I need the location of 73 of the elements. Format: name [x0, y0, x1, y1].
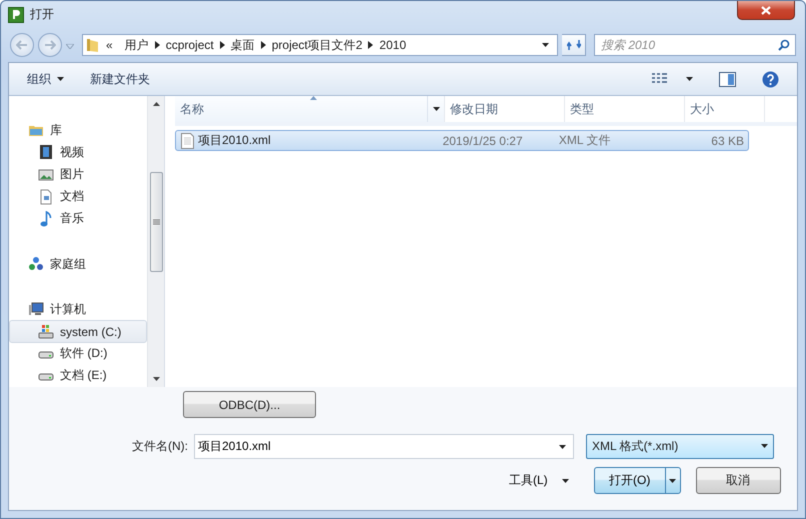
breadcrumb-item[interactable]: ccproject: [160, 38, 220, 52]
nav-item[interactable]: system (C:): [9, 320, 147, 343]
search-icon: [778, 39, 790, 51]
nav-item[interactable]: 文档 (E:): [9, 364, 147, 387]
close-button[interactable]: [737, 1, 795, 20]
file-name-field[interactable]: 项目2010.xml: [194, 434, 574, 458]
close-icon: [761, 6, 771, 14]
caret-icon: [686, 77, 693, 81]
column-header[interactable]: 名称: [175, 96, 445, 122]
file-type-dropdown[interactable]: XML 格式(*.xml): [586, 434, 774, 458]
scrollbar[interactable]: [147, 96, 164, 387]
window-title: 打开: [30, 6, 55, 23]
caret-icon: [562, 478, 569, 482]
file-row[interactable]: 项目2010.xml 2019/1/25 0:27 XML 文件 63 KB: [175, 130, 749, 151]
table-cell-text: 2019/1/25 0:27: [442, 134, 524, 148]
column-header[interactable]: 类型: [565, 96, 685, 122]
caret-icon: [761, 444, 768, 448]
nav-item[interactable]: 视频: [9, 141, 147, 164]
nav-item[interactable]: 图片: [9, 163, 147, 186]
system-drive-icon: [38, 324, 54, 340]
nav-item[interactable]: 文档: [9, 186, 147, 208]
chevron-icon[interactable]: [368, 41, 374, 49]
list-view-icon: [652, 73, 668, 85]
column-header[interactable]: 大小: [685, 96, 765, 122]
nav-item[interactable]: 音乐: [9, 208, 147, 230]
refresh-button[interactable]: [562, 34, 586, 56]
document-icon: [38, 188, 54, 205]
organize-menu[interactable]: 组织: [19, 66, 72, 92]
breadcrumb-item[interactable]: 桌面: [224, 36, 261, 54]
column-dropdown-icon: [432, 107, 440, 111]
chevron-icon[interactable]: [220, 41, 225, 49]
open-button[interactable]: 打开(O): [594, 467, 681, 494]
nav-item[interactable]: 家庭组: [9, 253, 147, 276]
nav-item[interactable]: 软件 (D:): [9, 342, 147, 365]
nav-item[interactable]: 库: [9, 119, 147, 142]
computer-icon: [28, 301, 44, 318]
video-icon: [38, 144, 54, 160]
breadcrumb-item[interactable]: 2010: [373, 38, 412, 52]
chevron-icon[interactable]: [154, 41, 160, 49]
dropdown-icon: [669, 478, 676, 482]
forward-arrow-icon: [44, 40, 56, 50]
refresh-icon: [566, 39, 580, 51]
grip-icon: [152, 219, 160, 225]
back-arrow-icon: [16, 40, 28, 50]
help-icon: [762, 70, 779, 88]
search-field[interactable]: 搜索 2010: [594, 34, 796, 56]
scroll-up-icon[interactable]: [152, 102, 160, 106]
caret-icon: [559, 444, 566, 448]
odbc-button[interactable]: ODBC(D)...: [183, 391, 316, 418]
table-cell-text: XML 文件: [558, 132, 612, 149]
scroll-down-icon[interactable]: [152, 377, 160, 381]
homegroup-icon: [28, 256, 44, 272]
file-icon: [181, 132, 194, 148]
chevron-icon[interactable]: [260, 41, 266, 49]
music-icon: [38, 210, 54, 227]
folder-icon: [86, 37, 100, 53]
breadcrumb-item[interactable]: 用户: [118, 36, 155, 54]
caret-icon: [57, 77, 64, 81]
pictures-icon: [38, 166, 54, 182]
new-folder-button[interactable]: 新建文件夹: [82, 66, 158, 92]
nav-item[interactable]: 计算机: [9, 298, 147, 320]
preview-pane-icon: [719, 72, 736, 86]
breadcrumb-item[interactable]: project项目文件2: [266, 36, 368, 54]
file-name-label: 文件名(N):: [131, 438, 189, 454]
column-header[interactable]: 修改日期: [445, 96, 565, 122]
table-cell-text: 63 KB: [710, 134, 745, 148]
breadcrumb-overflow[interactable]: «: [100, 38, 119, 52]
tools-menu[interactable]: 工具(L): [505, 468, 573, 493]
cancel-button[interactable]: 取消: [696, 467, 781, 494]
caret-icon: [542, 43, 549, 47]
file-name: 项目2010.xml: [198, 132, 271, 149]
app-icon: [8, 6, 24, 22]
address-bar[interactable]: « 用户 ccproject 桌面 project项目文件2 2010: [82, 34, 558, 56]
